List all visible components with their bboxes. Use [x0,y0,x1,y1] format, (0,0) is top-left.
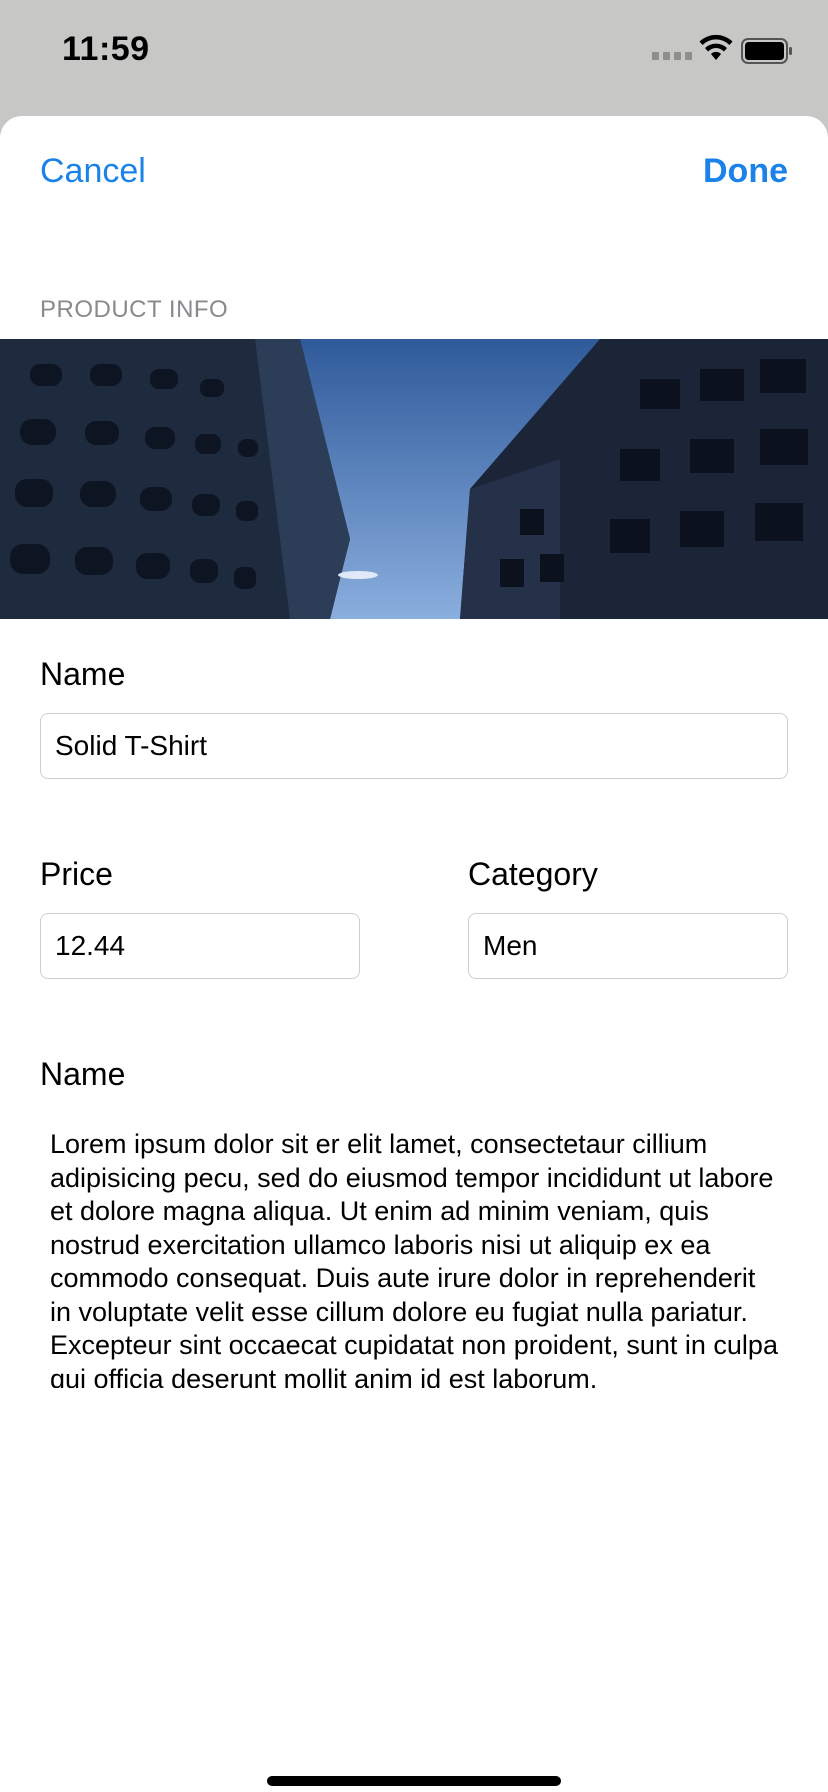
product-image[interactable] [0,339,828,619]
done-button[interactable]: Done [703,152,788,191]
description-textview[interactable]: Lorem ipsum dolor sit er elit lamet, con… [50,1128,780,1388]
status-time: 11:59 [62,30,150,68]
price-field[interactable]: 12.44 [40,913,360,979]
name-field[interactable]: Solid T-Shirt [40,713,788,779]
edit-product-sheet: Cancel Done PRODUCT INFO Name Solid T-Sh… [0,116,828,1792]
cellular-signal-icon [652,52,692,60]
description-label: Name [40,1056,126,1092]
wifi-icon [699,34,733,60]
cancel-button[interactable]: Cancel [40,152,146,191]
section-header-product-info: PRODUCT INFO [40,296,229,323]
status-bar: 11:59 [0,0,828,116]
home-indicator[interactable] [267,1776,561,1786]
price-label: Price [40,856,113,892]
category-label: Category [468,856,598,892]
name-label: Name [40,656,126,692]
category-field[interactable]: Men [468,913,788,979]
battery-icon [741,38,792,64]
